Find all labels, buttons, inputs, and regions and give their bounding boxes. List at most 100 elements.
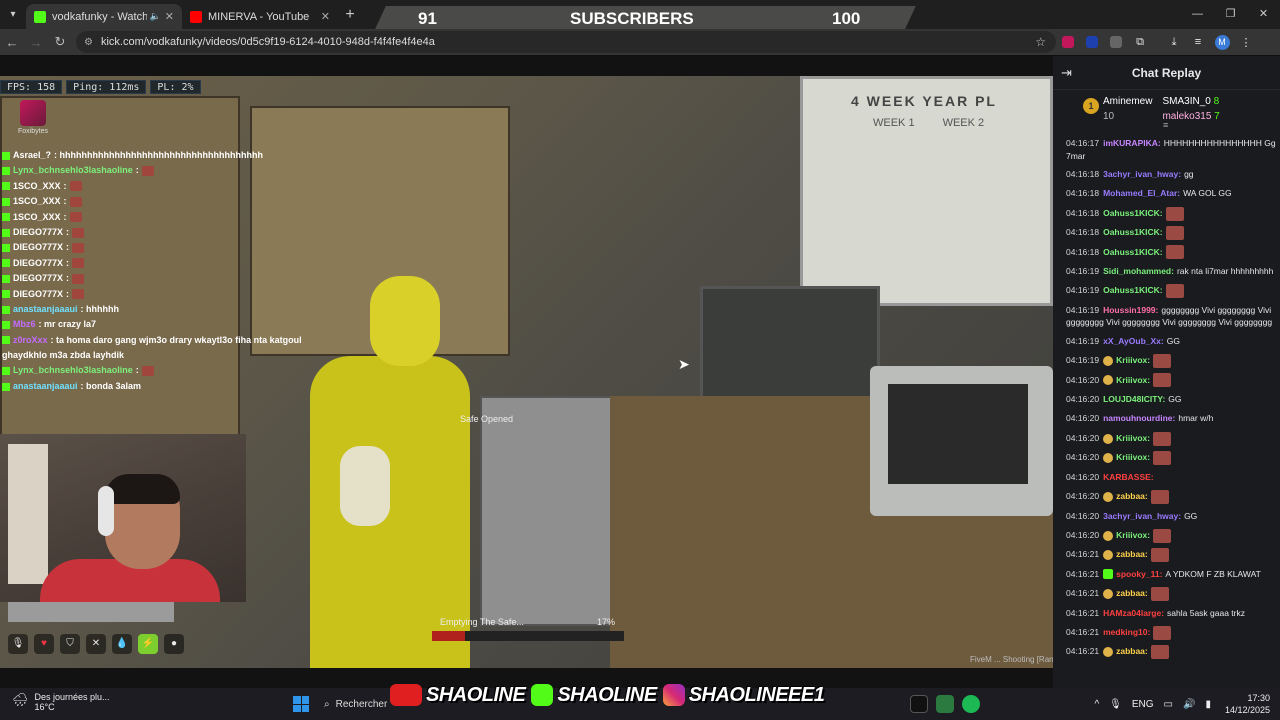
weather-widget[interactable]: 🌧 Des journées plu... 16°C	[12, 692, 110, 712]
foxibytes-logo: Foxibytes	[16, 100, 50, 135]
top-gifter-1[interactable]: 1 Aminemew 10	[1083, 96, 1152, 132]
message-username[interactable]: Oahuss1KICK:	[1103, 223, 1163, 242]
collapse-chat-icon[interactable]: ⇥	[1061, 65, 1081, 81]
progress-bar	[432, 631, 624, 641]
message-username[interactable]: zabbaa:	[1116, 584, 1148, 603]
message-username[interactable]: Houssin1999:	[1103, 305, 1158, 315]
speaker-icon[interactable]: 🔈	[150, 11, 161, 22]
message-username[interactable]: Sidi_mohammed:	[1103, 262, 1174, 281]
message-username[interactable]: Mohamed_El_Atar:	[1103, 184, 1180, 203]
message-timestamp: 04:16:21	[1066, 607, 1100, 618]
minimize-icon[interactable]: —	[1181, 0, 1214, 29]
volume-icon[interactable]: 🔊	[1183, 699, 1195, 710]
profile-avatar[interactable]: M	[1210, 34, 1234, 50]
app-icon[interactable]	[910, 695, 928, 713]
taskbar-search[interactable]: ⌕ Rechercher	[320, 693, 400, 715]
message-username[interactable]: xX_AyOub_Xx:	[1103, 332, 1164, 351]
window-controls: — ❐ ✕	[1181, 0, 1280, 29]
expand-gifters-icon[interactable]: ≡	[1163, 120, 1168, 130]
message-username[interactable]: Oahuss1KICK:	[1103, 281, 1163, 300]
chat-message: 04:16:19 Kriiivox:	[1066, 351, 1280, 370]
windows-start-icon[interactable]	[293, 696, 309, 712]
extension-icon[interactable]	[1080, 36, 1104, 49]
message-username[interactable]: Kriiivox:	[1116, 429, 1150, 448]
message-text: sahla 5ask gaaa trkz	[1167, 607, 1245, 618]
message-username[interactable]: 3achyr_ivan_hway:	[1103, 507, 1181, 526]
network-icon[interactable]: ▭	[1164, 699, 1173, 710]
top-gifter-3[interactable]: maleko315 7	[1162, 111, 1219, 126]
download-icon[interactable]: ⤓	[1162, 36, 1186, 49]
spotify-icon[interactable]	[962, 695, 980, 713]
message-username[interactable]: LOUJD48ICITY:	[1103, 390, 1165, 409]
message-username[interactable]: Kriiivox:	[1116, 371, 1150, 390]
close-tab-icon[interactable]: ✕	[165, 10, 174, 23]
message-username[interactable]: Kriiivox:	[1116, 448, 1150, 467]
message-text: WA GOL GG	[1183, 188, 1232, 199]
close-window-icon[interactable]: ✕	[1247, 0, 1280, 29]
message-timestamp: 04:16:18	[1066, 188, 1100, 199]
tab-kick[interactable]: vodkafunky - Watch the VO 🔈 ✕	[26, 4, 182, 29]
message-username[interactable]: zabbaa:	[1116, 642, 1148, 661]
forward-arrow-icon[interactable]: →	[24, 35, 48, 50]
close-tab-icon[interactable]: ✕	[321, 10, 330, 23]
emote-icon	[1153, 528, 1172, 543]
message-username[interactable]: namouhnourdine:	[1103, 409, 1175, 428]
chat-message: 04:16:20 Kriiivox:	[1066, 371, 1280, 390]
message-username[interactable]: HAMza04large:	[1103, 604, 1164, 623]
microphone-icon[interactable]: 🎙	[1109, 699, 1122, 710]
game-chat-line: Lynx_bchnsehlo3lashaoline:	[2, 363, 302, 378]
extensions-puzzle-icon[interactable]: ⧉	[1128, 36, 1152, 49]
emote-icon	[141, 366, 154, 377]
message-username[interactable]: 3achyr_ivan_hway:	[1103, 165, 1181, 184]
message-username[interactable]: zabbaa:	[1116, 545, 1148, 564]
message-username[interactable]: Kriiivox:	[1116, 351, 1150, 370]
game-chat-user: Mbz6	[13, 319, 36, 330]
tab-youtube[interactable]: MINERVA - YouTube ✕	[182, 4, 338, 29]
chat-message: 04:16:21 zabbaa:	[1066, 545, 1280, 564]
maximize-icon[interactable]: ❐	[1214, 0, 1247, 29]
new-tab-button[interactable]: +	[338, 6, 362, 24]
chat-message: 04:16:18 Oahuss1KICK:	[1066, 223, 1280, 242]
message-timestamp: 04:16:20	[1066, 374, 1100, 385]
menu-kebab-icon[interactable]: ⋮	[1234, 36, 1258, 49]
gold-medal-icon: 1	[1083, 98, 1099, 114]
game-chat-text: :	[63, 196, 67, 207]
top-gifter-2[interactable]: SMA3IN_0 8	[1162, 96, 1219, 111]
message-username[interactable]: Oahuss1KICK:	[1103, 204, 1163, 223]
progress-fill	[432, 631, 465, 641]
message-username[interactable]: Kriiivox:	[1116, 526, 1150, 545]
site-info-icon[interactable]: ⚙	[84, 37, 93, 48]
clock[interactable]: 17:30 14/12/2025	[1225, 692, 1270, 716]
game-chat-user: DIEGO777X	[13, 226, 64, 237]
url-field[interactable]: ⚙ kick.com/vodkafunky/videos/0d5c9f19-61…	[76, 31, 1056, 53]
message-username[interactable]: KARBASSE:	[1103, 468, 1154, 487]
tab-search-menu-button[interactable]: ▾	[0, 0, 26, 29]
message-username[interactable]: zabbaa:	[1116, 487, 1148, 506]
battery-icon[interactable]: ▮	[1205, 699, 1211, 710]
emote-icon	[1153, 373, 1172, 388]
message-timestamp: 04:16:20	[1066, 413, 1100, 424]
extension-icon[interactable]	[1104, 36, 1128, 49]
extension-icon[interactable]	[1056, 36, 1080, 49]
message-username[interactable]: spooky_11:	[1116, 565, 1162, 584]
media-control-icon[interactable]: ≡	[1186, 36, 1210, 48]
bookmark-star-icon[interactable]: ☆	[1035, 35, 1046, 49]
language-indicator[interactable]: ENG	[1132, 699, 1154, 710]
message-timestamp: 04:16:21	[1066, 588, 1100, 599]
rain-cloud-icon: 🌧	[12, 692, 29, 707]
network-stats: FPS: 158 Ping: 112ms PL: 2%	[0, 80, 205, 94]
message-timestamp: 04:16:18	[1066, 169, 1100, 179]
subscriber-count: 91	[418, 9, 437, 28]
tab-title: vodkafunky - Watch the VO	[52, 10, 147, 23]
message-username[interactable]: medking10:	[1103, 623, 1150, 642]
app-icon[interactable]	[936, 695, 954, 713]
game-chat-user: 1SCO_XXX	[13, 180, 61, 191]
user-badge-icon	[1103, 647, 1114, 658]
reload-icon[interactable]: ↻	[48, 34, 72, 50]
emote-icon	[1165, 225, 1184, 240]
message-username[interactable]: imKURAPIKA:	[1103, 138, 1161, 148]
back-arrow-icon[interactable]: ←	[0, 35, 24, 50]
message-username[interactable]: Oahuss1KICK:	[1103, 243, 1163, 262]
kick-badge-icon	[2, 367, 10, 376]
chevron-up-icon[interactable]: ^	[1094, 699, 1099, 710]
